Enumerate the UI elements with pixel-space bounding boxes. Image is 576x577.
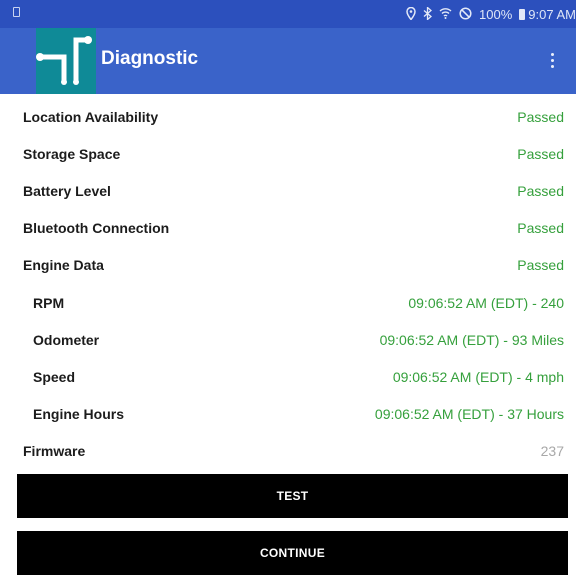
- overflow-menu-icon[interactable]: [542, 48, 562, 72]
- diagnostic-value: Passed: [517, 146, 564, 162]
- test-button[interactable]: TEST: [17, 474, 568, 518]
- location-icon: [406, 6, 416, 22]
- diagnostic-label: Firmware: [23, 443, 86, 459]
- diagnostic-row: Battery Level Passed: [0, 176, 576, 206]
- diagnostic-row: RPM 09:06:52 AM (EDT) - 240: [0, 288, 576, 318]
- clock: 9:07 AM: [528, 6, 576, 22]
- status-bar: 100% 9:07 AM: [0, 0, 576, 28]
- diagnostic-row: Bluetooth Connection Passed: [0, 213, 576, 243]
- diagnostic-value: Passed: [517, 183, 564, 199]
- diagnostic-value: Passed: [517, 257, 564, 273]
- battery-percent: 100%: [479, 6, 513, 22]
- diagnostic-label: Battery Level: [23, 183, 111, 199]
- diagnostic-row: Odometer 09:06:52 AM (EDT) - 93 Miles: [0, 325, 576, 355]
- diagnostic-label: RPM: [33, 295, 65, 311]
- page-title: Diagnostic: [101, 48, 199, 69]
- diagnostic-label: Engine Hours: [33, 406, 125, 422]
- diagnostic-value: 09:06:52 AM (EDT) - 4 mph: [392, 369, 564, 385]
- bluetooth-icon: [423, 5, 433, 22]
- diagnostic-label: Bluetooth Connection: [23, 220, 170, 236]
- diagnostic-value: Passed: [517, 109, 564, 125]
- diagnostic-row: Speed 09:06:52 AM (EDT) - 4 mph: [0, 362, 576, 392]
- diagnostic-label: Engine Data: [23, 257, 104, 273]
- diagnostic-row: Engine Data Passed: [0, 250, 576, 280]
- diagnostic-value: Passed: [517, 220, 564, 236]
- do-not-disturb-icon: [459, 6, 472, 22]
- diagnostic-label: Speed: [33, 369, 76, 385]
- diagnostic-row: Location Availability Passed: [0, 102, 576, 132]
- diagnostic-label: Odometer: [33, 332, 100, 348]
- diagnostic-value: 237: [540, 443, 564, 459]
- diagnostic-value: 09:06:52 AM (EDT) - 93 Miles: [379, 332, 564, 348]
- notification-icon: [13, 7, 20, 17]
- diagnostic-row: Storage Space Passed: [0, 139, 576, 169]
- diagnostic-row: Engine Hours 09:06:52 AM (EDT) - 37 Hours: [0, 399, 576, 429]
- diagnostic-value: 09:06:52 AM (EDT) - 37 Hours: [374, 406, 564, 422]
- continue-button[interactable]: CONTINUE: [17, 531, 568, 575]
- diagnostic-row: Firmware 237: [0, 436, 576, 466]
- diagnostic-label: Storage Space: [23, 146, 121, 162]
- battery-icon: [519, 8, 526, 20]
- diagnostic-label: Location Availability: [23, 109, 159, 125]
- diagnostic-value: 09:06:52 AM (EDT) - 240: [408, 295, 564, 311]
- wifi-icon: [439, 7, 452, 21]
- app-logo: [36, 28, 96, 94]
- app-bar: Diagnostic: [0, 28, 576, 94]
- status-icons: 100% 9:07 AM: [406, 0, 576, 28]
